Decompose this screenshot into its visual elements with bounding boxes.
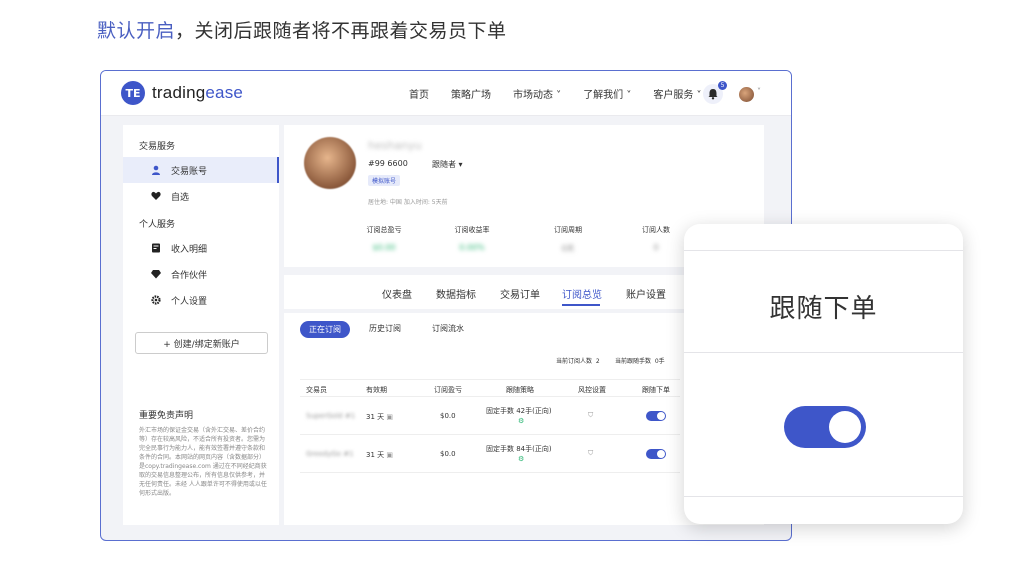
tab-account-settings[interactable]: 账户设置 <box>626 286 666 301</box>
subtab-flow[interactable]: 订阅流水 <box>432 323 464 334</box>
notification-badge: 5 <box>718 81 727 90</box>
follow-order-toggle[interactable] <box>646 411 666 421</box>
active-tab-indicator <box>562 304 600 306</box>
sidebar-item-partner[interactable]: 合作伙伴 <box>123 261 279 287</box>
stat-return-rate: 订阅收益率 0.00% <box>454 226 490 252</box>
sidebar-group-trade: 交易服务 <box>139 142 176 152</box>
follow-order-toggle[interactable] <box>646 449 666 459</box>
follow-order-toggle-large[interactable] <box>784 406 866 448</box>
calendar-icon: ▣ <box>386 451 393 459</box>
diamond-icon <box>151 270 161 279</box>
profile-role-dropdown[interactable]: 跟随者 ▾ <box>432 159 463 170</box>
sidebar-item-label: 个人设置 <box>171 296 208 307</box>
disclaimer-text: 外汇市场的保证金交易（含外汇交易、差价合约等）存在较高风险，不适合所有投资者。您… <box>139 427 267 497</box>
shield-icon[interactable]: ⛉ <box>588 411 593 420</box>
receipt-icon <box>152 243 160 253</box>
subtab-history[interactable]: 历史订阅 <box>369 323 401 334</box>
divider <box>684 496 963 497</box>
stat-total-pnl: 订阅总盈亏 $0.00 <box>366 226 402 252</box>
tab-dashboard[interactable]: 仪表盘 <box>382 286 412 301</box>
nav-menu: 首页 策略广场 市场动态 ˅ 了解我们 ˅ 客户服务 ˅ <box>409 86 724 101</box>
account-type-badge: 模拟账号 <box>368 175 401 186</box>
disclaimer-title: 重要免责声明 <box>139 411 194 421</box>
sidebar-item-settings[interactable]: 个人设置 <box>123 287 279 313</box>
user-avatar[interactable] <box>739 87 754 102</box>
trader-name[interactable]: GreedyGo #1 <box>306 450 354 458</box>
pnl: $0.0 <box>440 412 456 420</box>
settings-icon[interactable]: ⚙ <box>518 455 524 463</box>
sidebar-group-personal: 个人服务 <box>139 220 176 230</box>
nav-market[interactable]: 市场动态 ˅ <box>513 86 561 101</box>
user-icon <box>152 165 160 175</box>
sidebar-item-account[interactable]: 交易账号 <box>123 157 279 183</box>
tab-orders[interactable]: 交易订单 <box>500 286 540 301</box>
zoom-callout-card: 跟随下单 <box>684 224 963 524</box>
chevron-down-icon[interactable]: ˅ <box>757 87 761 96</box>
gear-icon <box>151 295 161 305</box>
create-account-button[interactable]: + 创建/绑定新账户 <box>135 332 268 354</box>
divider <box>684 352 963 353</box>
divider <box>684 250 963 251</box>
subtab-active[interactable]: 正在订阅 <box>300 321 350 338</box>
nav-about[interactable]: 了解我们 ˅ <box>583 86 631 101</box>
tab-subscriptions[interactable]: 订阅总览 <box>562 286 602 301</box>
table-row: GreedyGo #1 31 天 ▣ $0.0 固定手数 84手(正向) ⚙ ⛉ <box>300 435 680 473</box>
validity: 31 天 ▣ <box>366 413 393 421</box>
toggle-knob <box>829 411 861 443</box>
sidebar-item-label: 合作伙伴 <box>171 270 208 281</box>
nav-strategy[interactable]: 策略广场 <box>451 86 491 101</box>
nav-support[interactable]: 客户服务 ˅ <box>653 86 701 101</box>
caption-text: ，关闭后跟随者将不再跟着交易员下单 <box>175 20 507 42</box>
tab-metrics[interactable]: 数据指标 <box>436 286 476 301</box>
sidebar-item-income[interactable]: 收入明细 <box>123 235 279 261</box>
strategy: 固定手数 84手(正向) <box>486 445 552 453</box>
settings-icon[interactable]: ⚙ <box>518 417 524 425</box>
summary-subscribers: 当前订阅人数 2 <box>556 358 600 365</box>
logo-text: tradingease <box>152 83 244 102</box>
nav-home[interactable]: 首页 <box>409 86 429 101</box>
sidebar-item-label: 自选 <box>171 192 190 203</box>
follow-order-title: 跟随下单 <box>769 294 878 324</box>
validity: 31 天 ▣ <box>366 451 393 459</box>
top-nav: TE tradingease 首页 策略广场 市场动态 ˅ 了解我们 ˅ 客户服… <box>101 71 791 116</box>
heart-icon <box>151 191 161 200</box>
logo[interactable]: TE tradingease <box>121 81 243 105</box>
profile-avatar <box>304 137 356 189</box>
stat-period: 订阅周期 0天 <box>554 226 582 253</box>
table-row: SuperGold #1 31 天 ▣ $0.0 固定手数 42手(正向) ⚙ … <box>300 397 680 435</box>
summary-hands: 当前跟随手数 0手 <box>615 358 665 365</box>
caption-highlight: 默认开启 <box>97 20 176 42</box>
table-header: 交易员 有效期 订阅盈亏 跟随策略 风控设置 跟随下单 <box>300 379 680 397</box>
logo-badge: TE <box>121 81 145 105</box>
sidebar-item-favorites[interactable]: 自选 <box>123 183 279 209</box>
caption: 默认开启，关闭后跟随者将不再跟着交易员下单 <box>97 16 507 43</box>
profile-meta: 居住地: 中国 加入时间: 5天前 <box>368 199 448 206</box>
sidebar-item-label: 交易账号 <box>171 166 208 177</box>
sidebar: 交易服务 交易账号 自选 个人服务 收入明细 合作伙伴 个人设置 + 创建/绑定… <box>123 125 279 525</box>
calendar-icon: ▣ <box>386 413 393 421</box>
strategy: 固定手数 42手(正向) <box>486 407 552 415</box>
profile-name: heshanyu <box>368 139 422 152</box>
trader-name[interactable]: SuperGold #1 <box>306 412 355 420</box>
sidebar-item-label: 收入明细 <box>171 244 208 255</box>
pnl: $0.0 <box>440 450 456 458</box>
shield-icon[interactable]: ⛉ <box>588 449 593 458</box>
profile-id: #99 6600 <box>368 159 408 168</box>
